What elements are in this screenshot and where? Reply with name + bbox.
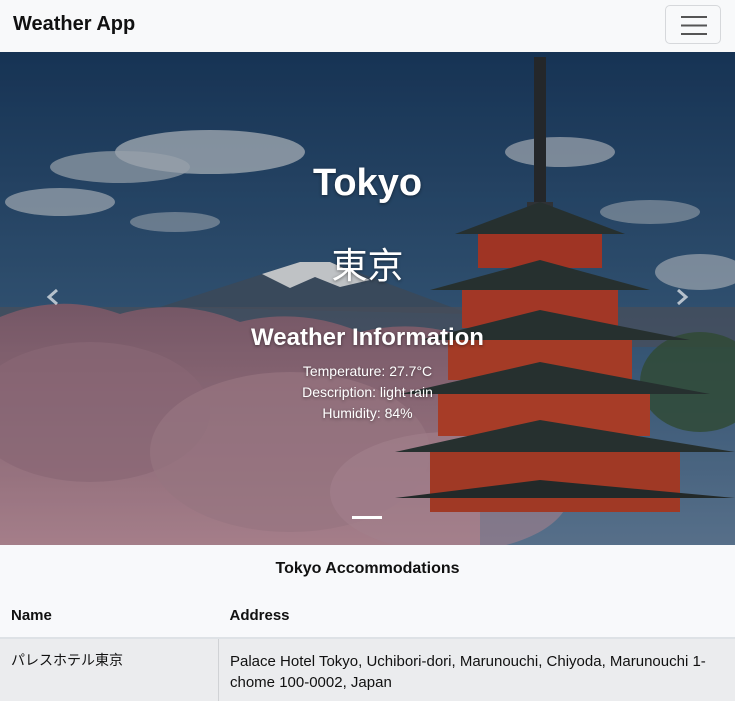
table-header-row: Name Address	[0, 594, 735, 638]
tokyo-pagoda-fuji-image	[0, 52, 735, 545]
brand-title[interactable]: Weather App	[13, 13, 135, 36]
humidity-text: Humidity: 84%	[0, 405, 735, 421]
weather-carousel: Tokyo 東京 Weather Information Temperature…	[0, 52, 735, 545]
hamburger-menu-icon	[681, 16, 707, 35]
temperature-text: Temperature: 27.7°C	[0, 363, 735, 379]
accommodations-title: Tokyo Accommodations	[0, 560, 735, 578]
hotel-address-cell: Palace Hotel Tokyo, Uchibori-dori, Marun…	[219, 638, 735, 701]
chevron-left-icon	[38, 282, 68, 312]
carousel-indicator-active[interactable]	[352, 516, 382, 519]
column-header-name: Name	[0, 594, 219, 638]
description-text: Description: light rain	[0, 384, 735, 400]
column-header-address: Address	[219, 594, 735, 638]
carousel-next-button[interactable]	[667, 282, 697, 312]
carousel-prev-button[interactable]	[38, 282, 68, 312]
navbar: Weather App	[0, 0, 735, 52]
table-row: パレスホテル東京 Palace Hotel Tokyo, Uchibori-do…	[0, 638, 735, 701]
chevron-right-icon	[667, 282, 697, 312]
city-name-local: 東京	[0, 237, 735, 289]
city-name: Tokyo	[0, 162, 735, 205]
accommodations-table: Name Address パレスホテル東京 Palace Hotel Tokyo…	[0, 594, 735, 701]
navbar-toggler-button[interactable]	[665, 5, 721, 44]
weather-info-heading: Weather Information	[0, 324, 735, 352]
hotel-name-cell: パレスホテル東京	[0, 638, 219, 701]
